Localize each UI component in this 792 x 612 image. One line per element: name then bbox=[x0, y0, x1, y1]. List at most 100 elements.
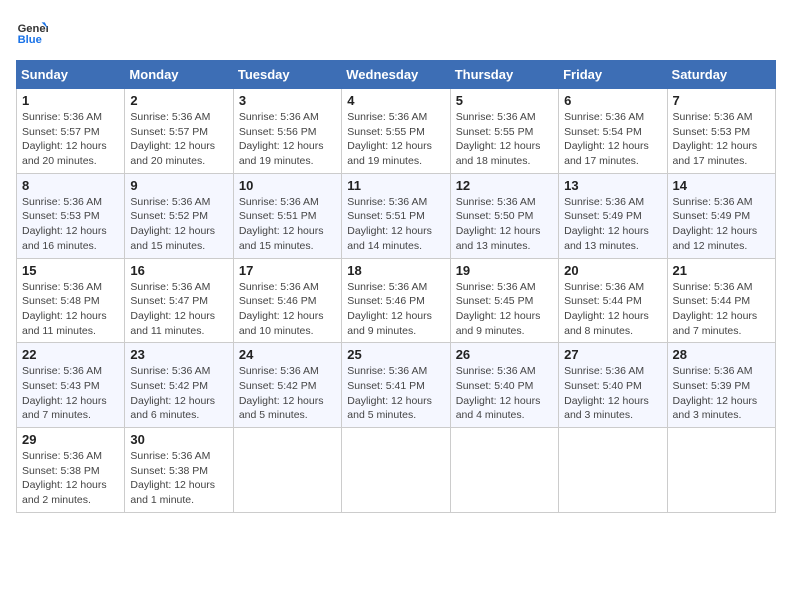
calendar-cell bbox=[559, 428, 667, 513]
calendar-cell: 27 Sunrise: 5:36 AMSunset: 5:40 PMDayligh… bbox=[559, 343, 667, 428]
calendar-cell: 6 Sunrise: 5:36 AMSunset: 5:54 PMDaylight… bbox=[559, 89, 667, 174]
day-info: Sunrise: 5:36 AMSunset: 5:49 PMDaylight:… bbox=[673, 195, 770, 254]
calendar-cell bbox=[667, 428, 775, 513]
calendar-cell: 25Sunrise: 5:36 AMSunset: 5:41 PMDayligh… bbox=[342, 343, 450, 428]
logo-icon: General Blue bbox=[16, 16, 48, 48]
calendar-cell bbox=[342, 428, 450, 513]
day-number: 26 bbox=[456, 347, 553, 362]
logo: General Blue bbox=[16, 16, 48, 48]
day-info: Sunrise: 5:36 AMSunset: 5:38 PMDaylight:… bbox=[22, 449, 119, 508]
calendar-header-thursday: Thursday bbox=[450, 61, 558, 89]
calendar-cell: 9 Sunrise: 5:36 AMSunset: 5:52 PMDaylight… bbox=[125, 173, 233, 258]
calendar-header-row: SundayMondayTuesdayWednesdayThursdayFrid… bbox=[17, 61, 776, 89]
day-number: 17 bbox=[239, 263, 336, 278]
day-number: 29 bbox=[22, 432, 119, 447]
calendar-header-saturday: Saturday bbox=[667, 61, 775, 89]
day-info: Sunrise: 5:36 AMSunset: 5:55 PMDaylight:… bbox=[347, 110, 444, 169]
day-number: 25 bbox=[347, 347, 444, 362]
calendar-cell: 26Sunrise: 5:36 AMSunset: 5:40 PMDayligh… bbox=[450, 343, 558, 428]
calendar-cell: 12 Sunrise: 5:36 AMSunset: 5:50 PMDayligh… bbox=[450, 173, 558, 258]
day-number: 11 bbox=[347, 178, 444, 193]
svg-text:Blue: Blue bbox=[18, 34, 42, 46]
calendar: SundayMondayTuesdayWednesdayThursdayFrid… bbox=[16, 60, 776, 513]
calendar-cell: 19 Sunrise: 5:36 AMSunset: 5:45 PMDayligh… bbox=[450, 258, 558, 343]
day-info: Sunrise: 5:36 AMSunset: 5:56 PMDaylight:… bbox=[239, 110, 336, 169]
calendar-cell: 23 Sunrise: 5:36 AMSunset: 5:42 PMDayligh… bbox=[125, 343, 233, 428]
calendar-cell: 24 Sunrise: 5:36 AMSunset: 5:42 PMDayligh… bbox=[233, 343, 341, 428]
day-info: Sunrise: 5:36 AMSunset: 5:49 PMDaylight:… bbox=[564, 195, 661, 254]
day-number: 4 bbox=[347, 93, 444, 108]
calendar-cell: 15 Sunrise: 5:36 AMSunset: 5:48 PMDayligh… bbox=[17, 258, 125, 343]
calendar-cell bbox=[450, 428, 558, 513]
day-number: 21 bbox=[673, 263, 770, 278]
day-number: 10 bbox=[239, 178, 336, 193]
calendar-cell: 17 Sunrise: 5:36 AMSunset: 5:46 PMDayligh… bbox=[233, 258, 341, 343]
day-number: 5 bbox=[456, 93, 553, 108]
calendar-week-5: 29 Sunrise: 5:36 AMSunset: 5:38 PMDayligh… bbox=[17, 428, 776, 513]
day-info: Sunrise: 5:36 AMSunset: 5:40 PMDaylight:… bbox=[564, 364, 661, 423]
day-info: Sunrise: 5:36 AMSunset: 5:51 PMDaylight:… bbox=[347, 195, 444, 254]
calendar-cell: 1 Sunrise: 5:36 AMSunset: 5:57 PMDaylight… bbox=[17, 89, 125, 174]
day-info: Sunrise: 5:36 AMSunset: 5:42 PMDaylight:… bbox=[130, 364, 227, 423]
day-info: Sunrise: 5:36 AMSunset: 5:50 PMDaylight:… bbox=[456, 195, 553, 254]
day-info: Sunrise: 5:36 AMSunset: 5:57 PMDaylight:… bbox=[22, 110, 119, 169]
calendar-cell: 20Sunrise: 5:36 AMSunset: 5:44 PMDayligh… bbox=[559, 258, 667, 343]
calendar-cell: 21 Sunrise: 5:36 AMSunset: 5:44 PMDayligh… bbox=[667, 258, 775, 343]
calendar-cell: 28 Sunrise: 5:36 AMSunset: 5:39 PMDayligh… bbox=[667, 343, 775, 428]
day-number: 19 bbox=[456, 263, 553, 278]
day-number: 1 bbox=[22, 93, 119, 108]
day-number: 9 bbox=[130, 178, 227, 193]
day-info: Sunrise: 5:36 AMSunset: 5:39 PMDaylight:… bbox=[673, 364, 770, 423]
day-info: Sunrise: 5:36 AMSunset: 5:42 PMDaylight:… bbox=[239, 364, 336, 423]
day-info: Sunrise: 5:36 AMSunset: 5:45 PMDaylight:… bbox=[456, 280, 553, 339]
calendar-cell: 8Sunrise: 5:36 AMSunset: 5:53 PMDaylight… bbox=[17, 173, 125, 258]
day-number: 6 bbox=[564, 93, 661, 108]
day-number: 23 bbox=[130, 347, 227, 362]
calendar-cell: 5 Sunrise: 5:36 AMSunset: 5:55 PMDaylight… bbox=[450, 89, 558, 174]
day-number: 16 bbox=[130, 263, 227, 278]
calendar-cell: 30 Sunrise: 5:36 AMSunset: 5:38 PMDayligh… bbox=[125, 428, 233, 513]
day-info: Sunrise: 5:36 AMSunset: 5:55 PMDaylight:… bbox=[456, 110, 553, 169]
calendar-cell: 3 Sunrise: 5:36 AMSunset: 5:56 PMDaylight… bbox=[233, 89, 341, 174]
day-info: Sunrise: 5:36 AMSunset: 5:52 PMDaylight:… bbox=[130, 195, 227, 254]
day-info: Sunrise: 5:36 AMSunset: 5:46 PMDaylight:… bbox=[239, 280, 336, 339]
day-number: 22 bbox=[22, 347, 119, 362]
calendar-week-3: 15 Sunrise: 5:36 AMSunset: 5:48 PMDayligh… bbox=[17, 258, 776, 343]
calendar-cell: 4 Sunrise: 5:36 AMSunset: 5:55 PMDaylight… bbox=[342, 89, 450, 174]
day-info: Sunrise: 5:36 AMSunset: 5:43 PMDaylight:… bbox=[22, 364, 119, 423]
calendar-header-friday: Friday bbox=[559, 61, 667, 89]
calendar-header-wednesday: Wednesday bbox=[342, 61, 450, 89]
calendar-cell: 10 Sunrise: 5:36 AMSunset: 5:51 PMDayligh… bbox=[233, 173, 341, 258]
calendar-cell: 22 Sunrise: 5:36 AMSunset: 5:43 PMDayligh… bbox=[17, 343, 125, 428]
day-number: 3 bbox=[239, 93, 336, 108]
calendar-header-monday: Monday bbox=[125, 61, 233, 89]
day-number: 18 bbox=[347, 263, 444, 278]
calendar-cell: 18 Sunrise: 5:36 AMSunset: 5:46 PMDayligh… bbox=[342, 258, 450, 343]
day-info: Sunrise: 5:36 AMSunset: 5:38 PMDaylight:… bbox=[130, 449, 227, 508]
svg-text:General: General bbox=[18, 23, 48, 35]
calendar-header-sunday: Sunday bbox=[17, 61, 125, 89]
day-number: 13 bbox=[564, 178, 661, 193]
day-info: Sunrise: 5:36 AMSunset: 5:48 PMDaylight:… bbox=[22, 280, 119, 339]
calendar-cell bbox=[233, 428, 341, 513]
calendar-cell: 11 Sunrise: 5:36 AMSunset: 5:51 PMDayligh… bbox=[342, 173, 450, 258]
day-info: Sunrise: 5:36 AMSunset: 5:44 PMDaylight:… bbox=[673, 280, 770, 339]
day-number: 15 bbox=[22, 263, 119, 278]
day-number: 30 bbox=[130, 432, 227, 447]
day-number: 2 bbox=[130, 93, 227, 108]
calendar-cell: 13 Sunrise: 5:36 AMSunset: 5:49 PMDayligh… bbox=[559, 173, 667, 258]
day-number: 28 bbox=[673, 347, 770, 362]
day-info: Sunrise: 5:36 AMSunset: 5:46 PMDaylight:… bbox=[347, 280, 444, 339]
day-number: 7 bbox=[673, 93, 770, 108]
day-info: Sunrise: 5:36 AMSunset: 5:53 PMDaylight:… bbox=[673, 110, 770, 169]
day-number: 12 bbox=[456, 178, 553, 193]
day-number: 24 bbox=[239, 347, 336, 362]
calendar-cell: 29 Sunrise: 5:36 AMSunset: 5:38 PMDayligh… bbox=[17, 428, 125, 513]
day-info: Sunrise: 5:36 AMSunset: 5:47 PMDaylight:… bbox=[130, 280, 227, 339]
day-number: 14 bbox=[673, 178, 770, 193]
day-number: 27 bbox=[564, 347, 661, 362]
day-info: Sunrise: 5:36 AMSunset: 5:54 PMDaylight:… bbox=[564, 110, 661, 169]
day-info: Sunrise: 5:36 AMSunset: 5:44 PMDaylight:… bbox=[564, 280, 661, 339]
calendar-cell: 14 Sunrise: 5:36 AMSunset: 5:49 PMDayligh… bbox=[667, 173, 775, 258]
day-info: Sunrise: 5:36 AMSunset: 5:51 PMDaylight:… bbox=[239, 195, 336, 254]
